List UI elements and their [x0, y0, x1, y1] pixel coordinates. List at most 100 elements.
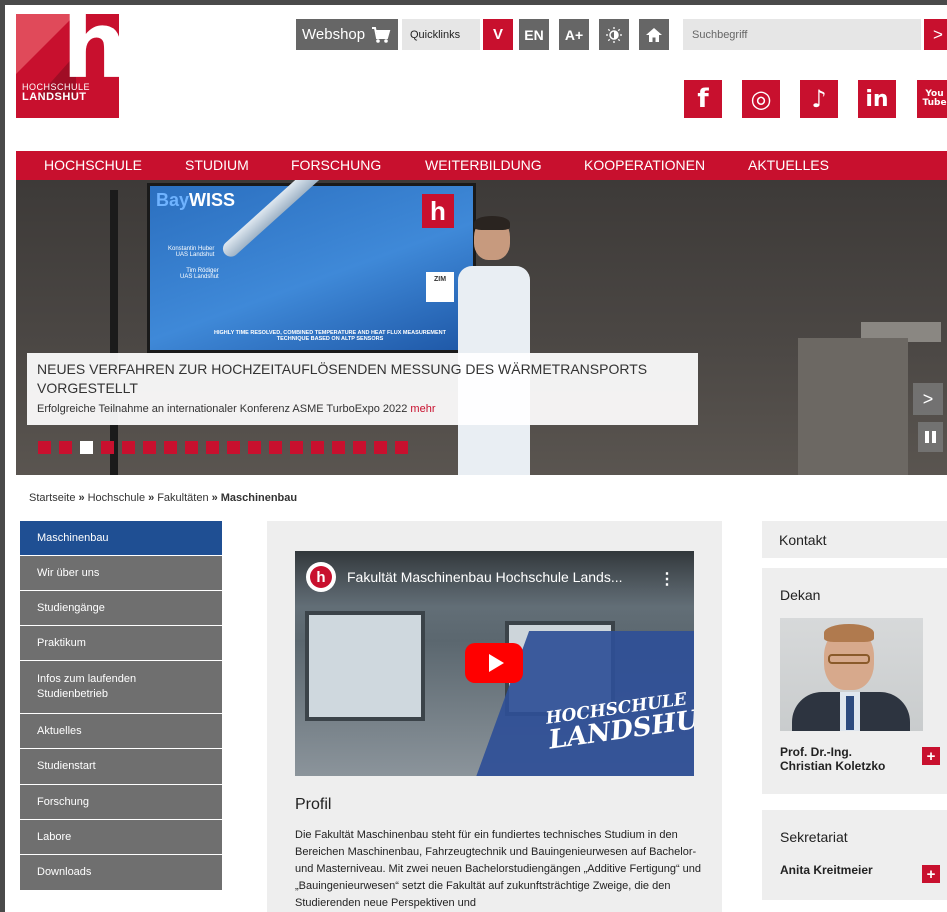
quicklinks-menu[interactable]: Quicklinks: [402, 19, 480, 50]
instagram-icon[interactable]: ◎: [742, 80, 780, 118]
home-icon: [646, 27, 662, 42]
youtube-icon[interactable]: You Tube: [917, 80, 947, 118]
presentation-screen: BayWISS Konstantin Huber UAS Landshut Ti…: [147, 180, 476, 353]
sidebar-item-studiengaenge[interactable]: Studiengänge: [20, 591, 222, 626]
video-more-icon[interactable]: ⋮: [659, 569, 675, 589]
sidebar-item-labore[interactable]: Labore: [20, 820, 222, 855]
video-window: [305, 611, 425, 721]
hero-more-link[interactable]: mehr: [410, 403, 435, 415]
channel-logo-icon: h: [310, 566, 332, 588]
hero-pole: [110, 190, 118, 475]
browser-viewport: h HOCHSCHULE LANDSHUT Webshop Quicklinks…: [0, 0, 947, 912]
search-submit-button[interactable]: >: [924, 19, 947, 50]
sidebar-item-studienstart[interactable]: Studienstart: [20, 749, 222, 785]
slide-dot[interactable]: [311, 441, 324, 454]
contrast-button[interactable]: [599, 19, 629, 50]
slide-dot[interactable]: [206, 441, 219, 454]
search-input[interactable]: Suchbegriff: [683, 19, 921, 50]
hero-caption: Neues Verfahren zur hochzeitauflösenden …: [27, 353, 698, 425]
dean-expand-button[interactable]: +: [922, 747, 940, 765]
facebook-icon[interactable]: f: [684, 80, 722, 118]
slide-dot[interactable]: [164, 441, 177, 454]
linkedin-icon[interactable]: in: [858, 80, 896, 118]
slide-dot[interactable]: [395, 441, 408, 454]
breadcrumb-separator: »: [211, 492, 218, 504]
sidebar-item-downloads[interactable]: Downloads: [20, 855, 222, 891]
tiktok-icon[interactable]: ♪: [800, 80, 838, 118]
sidebar-item-aktuelles[interactable]: Aktuelles: [20, 714, 222, 749]
slide-dot[interactable]: [143, 441, 156, 454]
slide-dot[interactable]: [290, 441, 303, 454]
play-icon: [488, 654, 504, 672]
slide-dot[interactable]: [185, 441, 198, 454]
slide-dot[interactable]: [122, 441, 135, 454]
home-button[interactable]: [639, 19, 669, 50]
secretariat-expand-button[interactable]: +: [922, 865, 940, 883]
language-en-button[interactable]: EN: [519, 19, 549, 50]
play-button[interactable]: [465, 643, 523, 683]
breadcrumb-item[interactable]: Hochschule: [88, 492, 145, 504]
nav-aktuelles[interactable]: AKTUELLES: [748, 151, 829, 180]
sensor-tube: [219, 180, 387, 260]
nav-studium[interactable]: STUDIUM: [185, 151, 249, 180]
cart-icon: [372, 26, 391, 43]
slide-dot[interactable]: [80, 441, 93, 454]
sidebar-item-praktikum[interactable]: Praktikum: [20, 626, 222, 661]
screen-zim-logo: ZIM: [426, 272, 454, 302]
hero-title[interactable]: Neues Verfahren zur hochzeitauflösenden …: [37, 360, 688, 398]
secretariat-box: Sekretariat Anita Kreitmeier +: [762, 810, 947, 900]
screen-brand-b: WISS: [189, 190, 236, 210]
nav-weiterbildung[interactable]: WEITERBILDUNG: [425, 151, 542, 180]
secretariat-name: Anita Kreitmeier: [780, 863, 873, 877]
slide-dot[interactable]: [38, 441, 51, 454]
sidebar-item-infos-studienbetrieb[interactable]: Infos zum laufenden Studienbetrieb: [20, 661, 222, 714]
contact-heading: Kontakt: [779, 532, 827, 548]
hochschule-landshut-logo[interactable]: h HOCHSCHULE LANDSHUT: [16, 14, 119, 118]
presenter-photo: [454, 216, 534, 475]
pause-icon-bar: [925, 431, 929, 443]
video-title[interactable]: Fakultät Maschinenbau Hochschule Lands..…: [347, 569, 623, 585]
nav-kooperationen[interactable]: KOOPERATIONEN: [584, 151, 705, 180]
next-slide-button[interactable]: >: [913, 383, 943, 415]
sidebar-item-wir-ueber-uns[interactable]: Wir über uns: [20, 556, 222, 591]
profil-text: Die Fakultät Maschinenbau steht für ein …: [295, 829, 702, 909]
screen-author-2: Tim Rödiger UAS Landshut: [180, 268, 219, 280]
hero-subtitle-text: Erfolgreiche Teilnahme an internationale…: [37, 403, 408, 415]
hero-subtitle: Erfolgreiche Teilnahme an internationale…: [37, 403, 688, 415]
slide-dot[interactable]: [374, 441, 387, 454]
webshop-button[interactable]: Webshop: [296, 19, 398, 50]
sidebar-navigation: Maschinenbau Wir über uns Studiengänge P…: [20, 521, 222, 891]
slide-dot[interactable]: [353, 441, 366, 454]
slide-dot[interactable]: [332, 441, 345, 454]
contrast-icon: [606, 26, 622, 43]
slide-dot[interactable]: [59, 441, 72, 454]
nav-forschung[interactable]: FORSCHUNG: [291, 151, 381, 180]
slide-dot[interactable]: [101, 441, 114, 454]
presenter-hair: [474, 216, 510, 230]
logo-letter: h: [62, 14, 119, 92]
slide-dot[interactable]: [269, 441, 282, 454]
quicklinks-toggle-button[interactable]: V: [483, 19, 513, 50]
slide-dot[interactable]: [227, 441, 240, 454]
youtube-video-player[interactable]: HOCHSCHULE LANDSHUT h Fakultät Maschinen…: [295, 551, 694, 776]
secretariat-heading: Sekretariat: [780, 829, 848, 845]
sidebar-item-maschinenbau[interactable]: Maschinenbau: [20, 521, 222, 556]
screen-brand: BayWISS: [156, 190, 235, 211]
slide-dot[interactable]: [248, 441, 261, 454]
pause-slider-button[interactable]: [918, 422, 943, 452]
nav-hochschule[interactable]: HOCHSCHULE: [44, 151, 142, 180]
font-size-button[interactable]: A+: [559, 19, 589, 50]
sidebar-item-forschung[interactable]: Forschung: [20, 785, 222, 820]
breadcrumb: Startseite» Hochschule» Fakultäten» Maschin…: [29, 492, 297, 504]
channel-avatar[interactable]: h: [306, 562, 336, 592]
screen-brand-a: Bay: [156, 190, 190, 210]
dean-portrait: [780, 618, 923, 731]
portrait-glasses: [828, 654, 870, 664]
dean-heading: Dekan: [780, 587, 821, 603]
breadcrumb-item[interactable]: Startseite: [29, 492, 75, 504]
dean-name-line-1: Prof. Dr.-Ing.: [780, 745, 852, 759]
hero-slider[interactable]: BayWISS Konstantin Huber UAS Landshut Ti…: [16, 180, 947, 475]
main-navigation: HOCHSCHULE STUDIUM FORSCHUNG WEITERBILDU…: [16, 151, 947, 180]
breadcrumb-item[interactable]: Fakultäten: [157, 492, 208, 504]
slide-indicators: [38, 441, 408, 454]
